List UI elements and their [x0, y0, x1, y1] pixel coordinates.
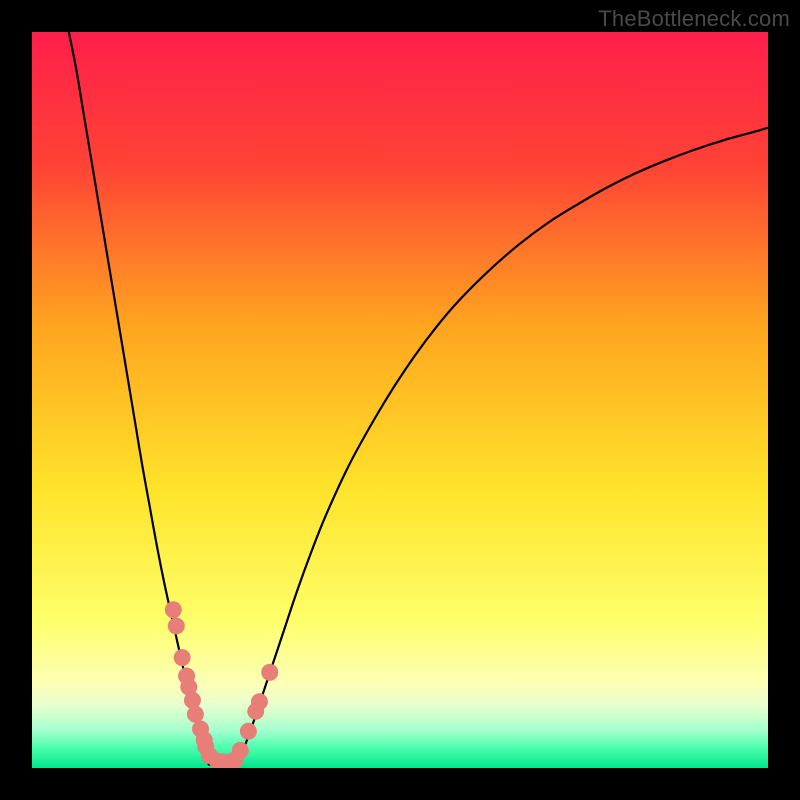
markers-right — [224, 664, 279, 768]
data-marker — [187, 706, 204, 723]
chart-frame: TheBottleneck.com — [0, 0, 800, 800]
data-marker — [232, 742, 249, 759]
watermark-text: TheBottleneck.com — [598, 6, 790, 32]
data-marker — [165, 601, 182, 618]
curves-layer — [32, 32, 768, 768]
markers-left — [165, 601, 232, 768]
curve-right — [238, 128, 768, 764]
data-marker — [168, 617, 185, 634]
data-marker — [261, 664, 278, 681]
data-marker — [184, 692, 201, 709]
plot-area — [32, 32, 768, 768]
data-marker — [174, 649, 191, 666]
data-marker — [251, 693, 268, 710]
data-marker — [240, 723, 257, 740]
